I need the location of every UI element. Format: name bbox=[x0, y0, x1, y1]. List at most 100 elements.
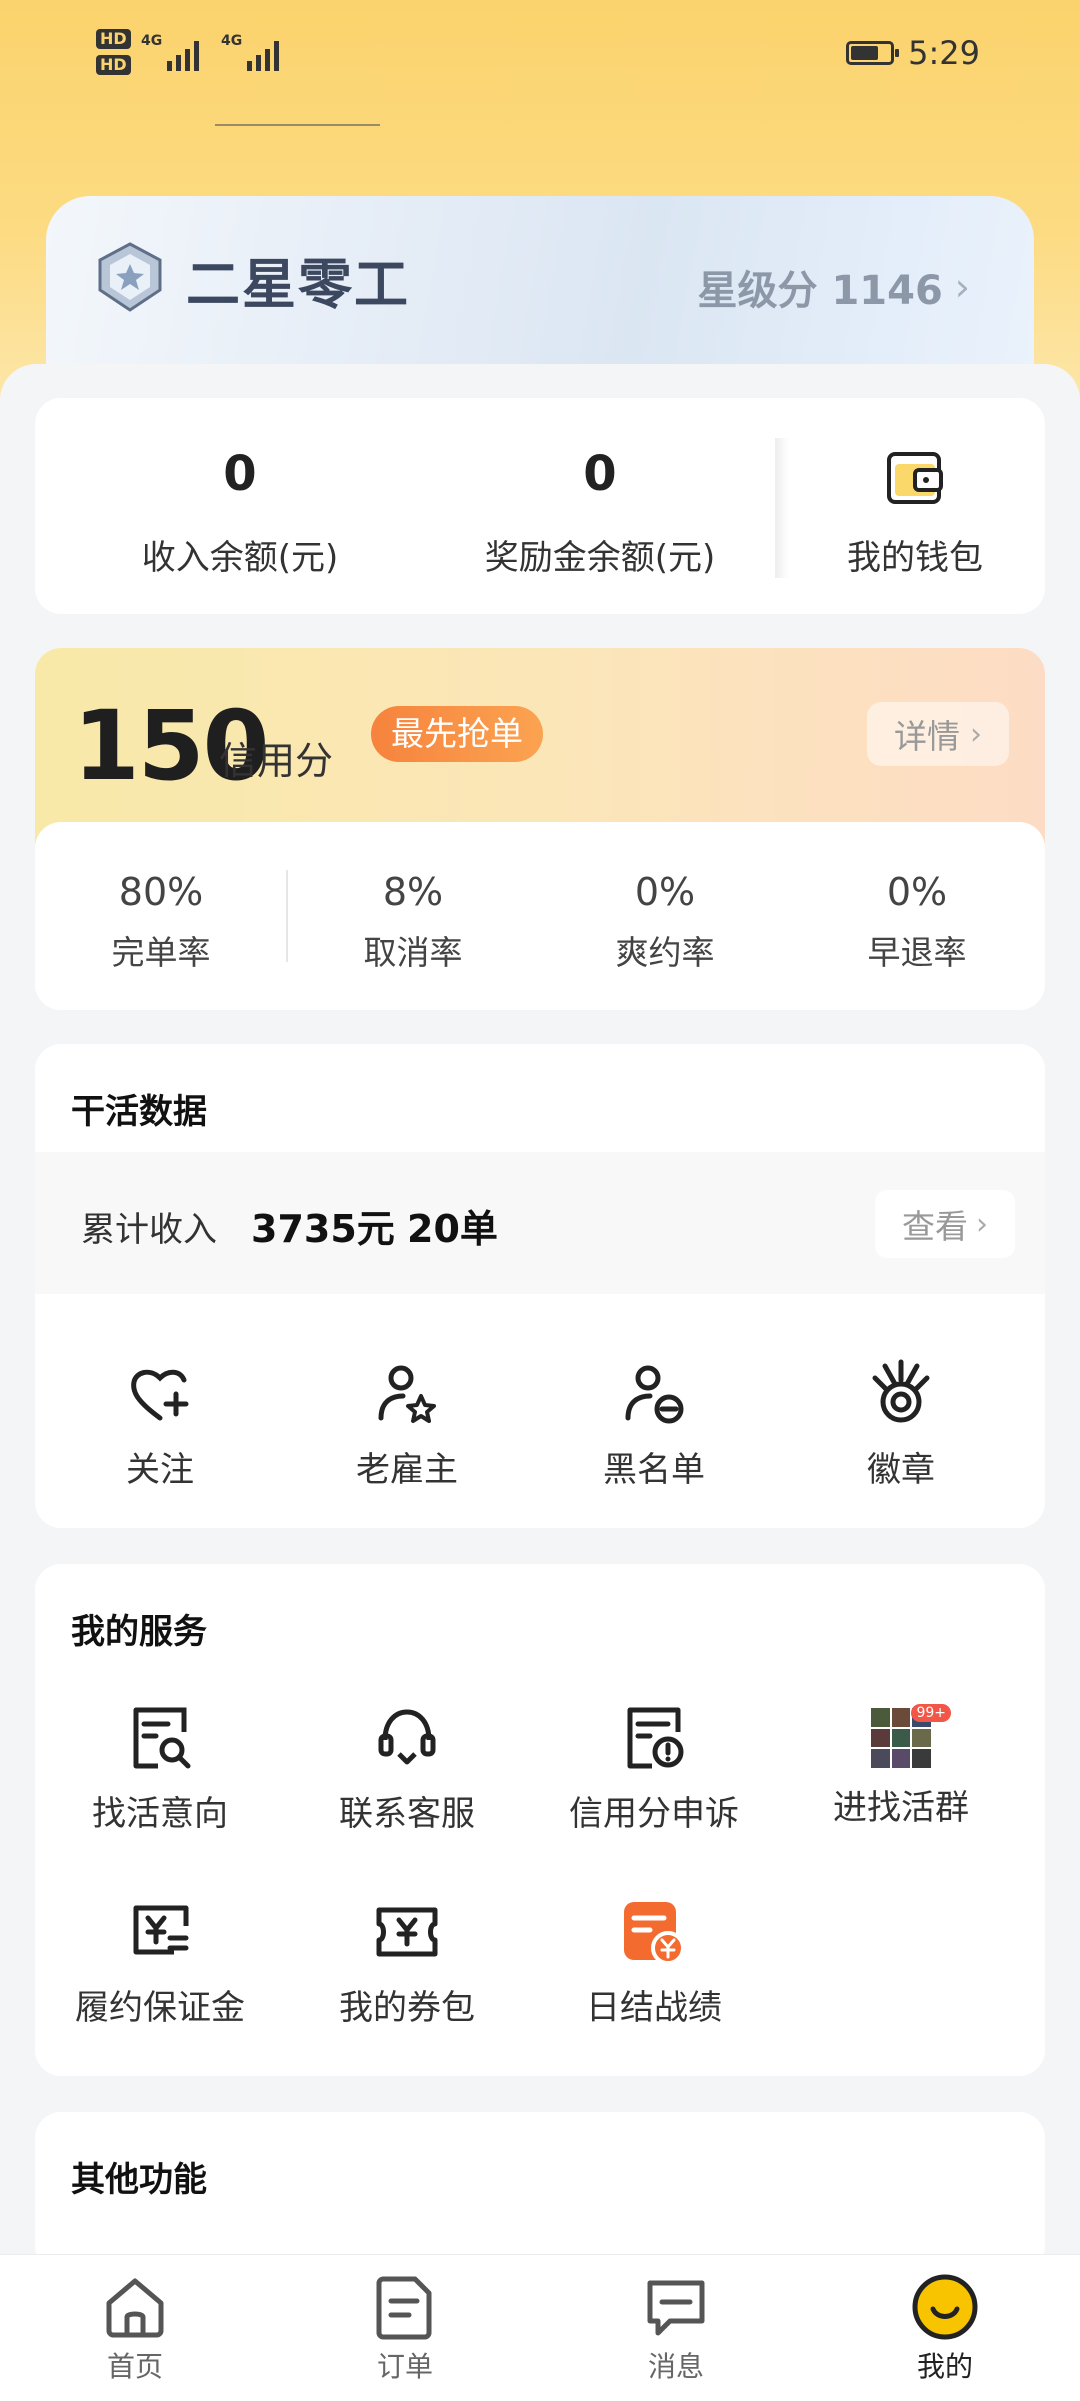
stat-label: 早退率 bbox=[867, 933, 967, 972]
stat-label: 完单率 bbox=[111, 933, 211, 972]
stat-value: 8% bbox=[382, 870, 444, 914]
coupon-icon bbox=[376, 1907, 438, 1957]
priority-badge: 最先抢单 bbox=[371, 706, 543, 762]
clock: 5:29 bbox=[908, 34, 980, 72]
income-label: 累计收入 bbox=[81, 1210, 217, 1250]
group-thumbnail-icon: 99+ bbox=[871, 1704, 951, 1768]
deposit-button[interactable]: 履约保证金 bbox=[35, 1896, 285, 2029]
credit-detail-button[interactable]: 详情 › bbox=[867, 702, 1009, 766]
follow-label: 关注 bbox=[126, 1450, 194, 1490]
contact-support-label: 联系客服 bbox=[339, 1794, 475, 1834]
bonus-balance[interactable]: 0 奖励金余额(元) bbox=[435, 398, 765, 614]
stat-value: 0% bbox=[886, 870, 948, 914]
chevron-right-icon: › bbox=[954, 265, 970, 309]
search-doc-icon bbox=[133, 1707, 191, 1769]
income-amount: 3735元 bbox=[251, 1207, 395, 1251]
blacklist-label: 黑名单 bbox=[603, 1450, 705, 1490]
section-title: 干活数据 bbox=[71, 1092, 207, 1132]
join-group-label: 进找活群 bbox=[833, 1788, 969, 1828]
stat-value: 80% bbox=[118, 870, 204, 914]
contact-support-button[interactable]: 联系客服 bbox=[282, 1702, 532, 1835]
signal-icon: 4G bbox=[141, 33, 199, 71]
headset-icon bbox=[378, 1709, 436, 1765]
old-employer-label: 老雇主 bbox=[356, 1450, 458, 1490]
home-icon bbox=[106, 2278, 164, 2338]
old-employer-button[interactable]: 老雇主 bbox=[282, 1358, 532, 1491]
bonus-balance-value: 0 bbox=[583, 446, 617, 502]
deposit-icon bbox=[133, 1905, 189, 1955]
credit-appeal-label: 信用分申诉 bbox=[569, 1794, 739, 1834]
battery-icon bbox=[846, 41, 900, 65]
user-star-icon bbox=[378, 1365, 436, 1423]
section-title: 我的服务 bbox=[71, 1612, 207, 1652]
credit-score-label: 信用分 bbox=[219, 739, 334, 783]
completion-rate: 80% 完单率 bbox=[35, 870, 287, 974]
other-features-card: 其他功能 bbox=[35, 2112, 1045, 2272]
nav-messages[interactable]: 消息 bbox=[576, 2271, 776, 2385]
profile-smile-icon bbox=[912, 2274, 978, 2340]
order-count: 20单 bbox=[407, 1207, 498, 1251]
income-balance-value: 0 bbox=[223, 446, 257, 502]
divider bbox=[215, 124, 380, 126]
credit-header: 150 信用分 最先抢单 详情 › bbox=[35, 648, 1045, 848]
job-intention-label: 找活意向 bbox=[92, 1794, 228, 1834]
network1-label: 4G bbox=[141, 33, 162, 49]
wallet-card: 0 收入余额(元) 0 奖励金余额(元) 我的钱包 bbox=[35, 398, 1045, 614]
daily-record-button[interactable]: 日结战绩 bbox=[529, 1896, 779, 2029]
my-wallet-label: 我的钱包 bbox=[847, 538, 983, 578]
nav-label: 消息 bbox=[647, 2350, 704, 2383]
coupon-button[interactable]: 我的券包 bbox=[282, 1896, 532, 2029]
income-balance-label: 收入余额(元) bbox=[141, 538, 339, 578]
unread-badge: 99+ bbox=[911, 1704, 951, 1722]
message-icon bbox=[647, 2280, 705, 2336]
chevron-right-icon: › bbox=[970, 716, 982, 752]
medal-icon bbox=[872, 1359, 930, 1423]
star-score-label: 星级分 1146 bbox=[697, 268, 943, 314]
view-label: 查看 bbox=[902, 1207, 968, 1246]
follow-button[interactable]: 关注 bbox=[35, 1358, 285, 1491]
my-wallet-button[interactable]: 我的钱包 bbox=[795, 398, 1035, 614]
badge-label: 徽章 bbox=[867, 1450, 935, 1490]
credit-stats: 80% 完单率 8% 取消率 0% 爽约率 0% 早退率 bbox=[35, 822, 1045, 1010]
stat-label: 取消率 bbox=[363, 933, 463, 972]
cumulative-income-row: 累计收入 3735元 20单 查看 › bbox=[35, 1152, 1045, 1294]
sim1-hd-indicator: HD bbox=[96, 29, 131, 49]
daily-record-icon bbox=[624, 1902, 685, 1965]
early-leave-rate: 0% 早退率 bbox=[791, 870, 1043, 974]
work-data-card: 干活数据 累计收入 3735元 20单 查看 › 关注 老雇主 黑名单 徽章 bbox=[35, 1044, 1045, 1528]
appeal-doc-icon bbox=[627, 1707, 684, 1769]
view-button[interactable]: 查看 › bbox=[875, 1190, 1015, 1258]
no-show-rate: 0% 爽约率 bbox=[539, 870, 791, 974]
nav-label: 首页 bbox=[106, 2350, 163, 2383]
battery-level bbox=[851, 46, 879, 60]
cancel-rate: 8% 取消率 bbox=[287, 870, 539, 974]
daily-record-label: 日结战绩 bbox=[586, 1988, 722, 2028]
user-block-icon bbox=[625, 1365, 684, 1424]
join-group-button[interactable]: 99+ 进找活群 bbox=[776, 1702, 1026, 1829]
bottom-navigation: 首页 订单 消息 我的 bbox=[0, 2254, 1080, 2401]
deposit-label: 履约保证金 bbox=[75, 1988, 245, 2028]
sim-status: HD HD 4G 4G bbox=[96, 22, 291, 82]
nav-label: 订单 bbox=[376, 2350, 433, 2383]
chevron-right-icon: › bbox=[976, 1206, 988, 1242]
blacklist-button[interactable]: 黑名单 bbox=[529, 1358, 779, 1491]
badge-button[interactable]: 徽章 bbox=[776, 1358, 1026, 1491]
coupon-label: 我的券包 bbox=[339, 1988, 475, 2028]
nav-home[interactable]: 首页 bbox=[35, 2271, 235, 2385]
section-title: 其他功能 bbox=[71, 2160, 207, 2200]
job-intention-button[interactable]: 找活意向 bbox=[35, 1702, 285, 1835]
credit-appeal-button[interactable]: 信用分申诉 bbox=[529, 1702, 779, 1835]
services-card: 我的服务 找活意向 联系客服 信用分申诉 99+ 进找活群 履约保证金 我的券包… bbox=[35, 1564, 1045, 2076]
star-score-link[interactable]: 星级分 1146 › bbox=[698, 258, 970, 316]
star-shield-icon bbox=[98, 242, 162, 312]
bonus-balance-label: 奖励金余额(元) bbox=[484, 538, 716, 578]
signal-icon-2: 4G bbox=[221, 33, 279, 71]
divider bbox=[775, 438, 789, 578]
network2-label: 4G bbox=[221, 33, 242, 49]
income-balance[interactable]: 0 收入余额(元) bbox=[75, 398, 405, 614]
nav-label: 我的 bbox=[916, 2350, 973, 2383]
nav-profile[interactable]: 我的 bbox=[845, 2271, 1045, 2385]
sim2-hd-indicator: HD bbox=[96, 55, 131, 75]
credit-detail-label: 详情 bbox=[894, 717, 960, 756]
nav-orders[interactable]: 订单 bbox=[305, 2271, 505, 2385]
